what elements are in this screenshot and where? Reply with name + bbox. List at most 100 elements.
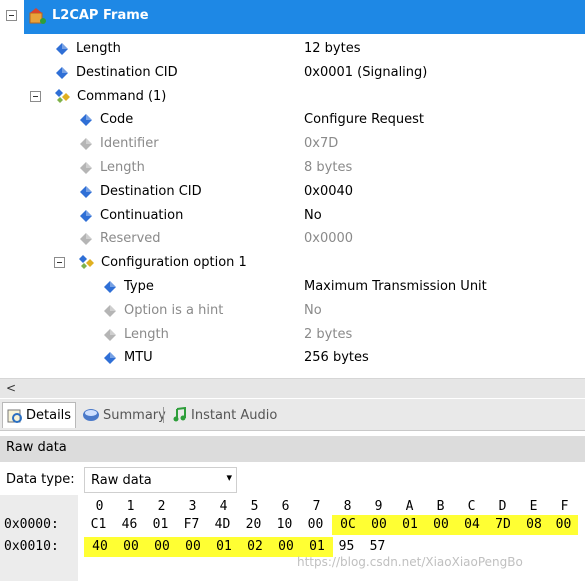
- collapse-toggle[interactable]: [6, 10, 17, 21]
- hex-byte[interactable]: C1: [84, 515, 113, 535]
- hex-byte[interactable]: 57: [363, 537, 392, 557]
- watermark: https://blog.csdn.net/XiaoXiaoPengBo: [297, 555, 523, 569]
- audio-icon: [173, 407, 186, 422]
- tree-row[interactable]: Length 2 bytes: [0, 323, 585, 347]
- field-icon: [80, 209, 92, 222]
- hex-byte[interactable]: 00: [301, 515, 330, 535]
- tree-row[interactable]: Code Configure Request: [0, 108, 585, 132]
- hex-byte-highlighted[interactable]: 00: [549, 515, 578, 535]
- field-icon: [56, 66, 68, 79]
- hex-column-header: 1: [126, 499, 135, 514]
- hex-byte-highlighted[interactable]: 7D: [487, 515, 519, 535]
- hex-byte-highlighted[interactable]: 01: [394, 515, 426, 535]
- tab-details[interactable]: Details: [2, 402, 77, 428]
- tab-instant-audio[interactable]: Instant Audio: [168, 402, 281, 428]
- field-value: 0x7D: [304, 136, 339, 152]
- hex-column-header: 3: [188, 499, 197, 514]
- field-name: Destination CID: [100, 183, 202, 199]
- tree-row[interactable]: Continuation No: [0, 204, 585, 228]
- tree-row[interactable]: Configuration option 1: [0, 251, 585, 275]
- hex-byte-highlighted[interactable]: 04: [456, 515, 488, 535]
- hex-byte[interactable]: 20: [239, 515, 268, 535]
- address-column: [0, 495, 78, 581]
- field-icon: [56, 43, 68, 55]
- hex-byte-highlighted[interactable]: 01: [301, 537, 333, 557]
- tree-row[interactable]: Command (1): [0, 85, 585, 109]
- hex-byte-highlighted[interactable]: 00: [425, 515, 457, 535]
- collapse-toggle[interactable]: [54, 257, 65, 269]
- dropdown-arrow-icon: ▾: [226, 471, 232, 484]
- hex-column-header: F: [560, 499, 569, 514]
- tree-header[interactable]: L2CAP Frame: [0, 0, 585, 34]
- tree-row[interactable]: Reserved 0x0000: [0, 227, 585, 251]
- field-dim-icon: [104, 304, 116, 317]
- tree-row[interactable]: Length 12 bytes: [0, 37, 585, 61]
- scroll-left-icon[interactable]: <: [6, 381, 16, 395]
- hex-byte-highlighted[interactable]: 08: [518, 515, 550, 535]
- hex-byte[interactable]: 10: [270, 515, 299, 535]
- hex-byte-highlighted[interactable]: 00: [146, 537, 178, 557]
- hex-column-header: E: [529, 499, 538, 514]
- field-value: 2 bytes: [304, 326, 353, 342]
- hex-column-header: B: [436, 499, 445, 514]
- tree-row[interactable]: MTU 256 bytes: [0, 346, 585, 370]
- field-icon: [80, 185, 92, 198]
- field-dim-icon: [80, 138, 92, 151]
- hex-byte-highlighted[interactable]: 00: [270, 537, 302, 557]
- tree-row[interactable]: Option is a hint No: [0, 299, 585, 323]
- hex-byte[interactable]: 46: [115, 515, 144, 535]
- hex-byte[interactable]: 4D: [208, 515, 237, 535]
- horizontal-scrollbar[interactable]: <: [0, 378, 585, 398]
- field-name: Continuation: [100, 207, 184, 223]
- details-icon: [7, 409, 22, 423]
- field-value: 0x0040: [304, 183, 354, 199]
- tab-summary-label: Summary: [103, 407, 166, 423]
- collapse-toggle[interactable]: [30, 90, 41, 102]
- tree-row[interactable]: Destination CID 0x0040: [0, 180, 585, 204]
- hex-column-header: 8: [343, 499, 352, 514]
- hex-column-header: A: [405, 499, 414, 514]
- field-name: Code: [100, 112, 134, 128]
- field-name: Length: [124, 326, 169, 342]
- hex-column-header: 9: [374, 499, 383, 514]
- hex-byte[interactable]: 01: [146, 515, 175, 535]
- field-dim-icon: [80, 233, 92, 246]
- tree-row[interactable]: Identifier 0x7D: [0, 132, 585, 156]
- field-name: Reserved: [100, 231, 161, 247]
- hex-byte-highlighted[interactable]: 02: [239, 537, 271, 557]
- hex-byte-highlighted[interactable]: 01: [208, 537, 240, 557]
- field-dim-icon: [80, 162, 92, 174]
- field-name: Length: [76, 41, 121, 56]
- hex-byte[interactable]: F7: [177, 515, 206, 535]
- tab-summary[interactable]: Summary: [78, 402, 170, 428]
- hex-byte[interactable]: 95: [332, 537, 361, 557]
- field-value: No: [304, 302, 322, 318]
- field-value: Maximum Transmission Unit: [304, 279, 487, 294]
- tree-row[interactable]: Destination CID 0x0001 (Signaling): [0, 61, 585, 85]
- field-value: 0x0001 (Signaling): [304, 64, 428, 80]
- tree-row[interactable]: Length 8 bytes: [0, 156, 585, 180]
- field-value: 0x0000: [304, 231, 354, 247]
- hex-byte-highlighted[interactable]: 00: [115, 537, 147, 557]
- summary-icon: [83, 409, 99, 421]
- hex-byte-highlighted[interactable]: 0C: [332, 515, 364, 535]
- hex-address: 0x0010:: [4, 539, 59, 554]
- hex-column-header: C: [467, 499, 476, 514]
- hex-byte-highlighted[interactable]: 40: [84, 537, 116, 557]
- hex-byte-highlighted[interactable]: 00: [177, 537, 209, 557]
- field-name: Length: [100, 160, 145, 175]
- tree-row[interactable]: Type Maximum Transmission Unit: [0, 275, 585, 299]
- field-value: 12 bytes: [304, 41, 361, 56]
- field-value: No: [304, 207, 322, 223]
- field-value: 8 bytes: [304, 160, 353, 175]
- field-value: 256 bytes: [304, 350, 369, 366]
- field-icon: [80, 114, 92, 127]
- hex-column-header: 0: [95, 499, 104, 514]
- data-type-label: Data type:: [6, 472, 75, 487]
- hex-column-header: 7: [312, 499, 321, 514]
- data-type-row: Data type: Raw data ▾: [0, 465, 585, 495]
- hex-byte-highlighted[interactable]: 00: [363, 515, 395, 535]
- field-name: MTU: [124, 350, 153, 366]
- field-dim-icon: [104, 328, 116, 341]
- data-type-select[interactable]: Raw data ▾: [84, 467, 237, 493]
